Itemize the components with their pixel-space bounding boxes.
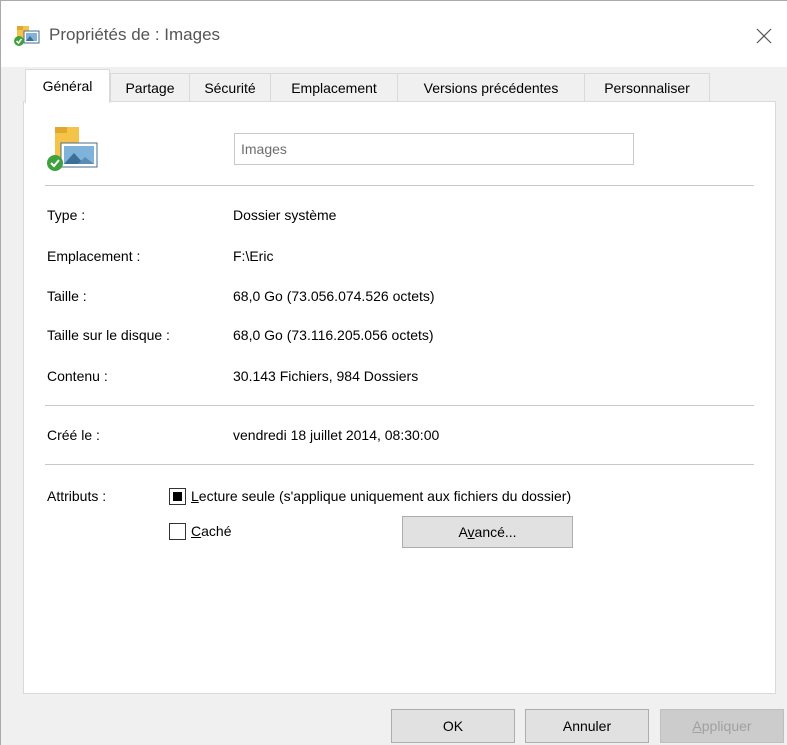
separator	[45, 464, 754, 465]
indeterminate-mark	[173, 492, 182, 501]
tab-sharing[interactable]: Partage	[110, 73, 190, 101]
tab-label: Général	[42, 78, 93, 94]
tab-customize[interactable]: Personnaliser	[584, 73, 710, 101]
readonly-checkbox[interactable]	[169, 488, 186, 505]
tab-label: Emplacement	[291, 80, 377, 96]
cancel-button[interactable]: Annuler	[525, 709, 649, 743]
tab-general[interactable]: Général	[25, 69, 110, 103]
created-value: vendredi 18 juillet 2014, 08:30:00	[233, 427, 440, 443]
separator	[45, 405, 754, 406]
created-label: Créé le :	[47, 427, 100, 443]
type-label: Type :	[47, 207, 86, 223]
tab-label: Sécurité	[204, 80, 256, 96]
size-on-disk-label: Taille sur le disque :	[47, 327, 170, 343]
tab-previous-versions[interactable]: Versions précédentes	[397, 73, 585, 101]
close-button[interactable]	[749, 21, 779, 51]
readonly-checkbox-label[interactable]: Lecture seule (s'applique uniquement aux…	[191, 488, 571, 504]
tab-security[interactable]: Sécurité	[189, 73, 271, 101]
window-title: Propriétés de : Images	[49, 25, 221, 44]
ok-button[interactable]: OK	[391, 709, 515, 743]
tab-label: Versions précédentes	[423, 80, 559, 96]
hidden-checkbox-label[interactable]: Caché	[191, 523, 231, 539]
tab-label: Personnaliser	[604, 80, 690, 96]
properties-dialog: Propriétés de : Images Général Partage S…	[0, 0, 787, 745]
apply-button[interactable]: Appliquer	[660, 709, 784, 743]
location-value: F:\Eric	[233, 248, 274, 264]
advanced-button[interactable]: Avancé...	[402, 516, 573, 548]
close-icon	[756, 28, 772, 44]
pictures-folder-icon	[14, 26, 40, 46]
contents-label: Contenu :	[47, 368, 108, 384]
size-value: 68,0 Go (73.056.074.526 octets)	[233, 288, 435, 304]
size-label: Taille :	[47, 288, 87, 304]
tab-location[interactable]: Emplacement	[270, 73, 398, 101]
size-on-disk-value: 68,0 Go (73.116.205.056 octets)	[233, 327, 434, 343]
general-panel	[23, 101, 776, 694]
folder-name-input[interactable]	[234, 133, 634, 165]
separator	[45, 185, 754, 186]
title-bar: Propriétés de : Images	[1, 1, 787, 67]
pictures-folder-large-icon	[47, 127, 98, 171]
attributes-label: Attributs :	[47, 488, 107, 504]
hidden-checkbox[interactable]	[169, 523, 186, 540]
tab-label: Partage	[125, 80, 175, 96]
contents-value: 30.143 Fichiers, 984 Dossiers	[233, 368, 419, 384]
type-value: Dossier système	[233, 207, 337, 223]
location-label: Emplacement :	[47, 248, 141, 264]
